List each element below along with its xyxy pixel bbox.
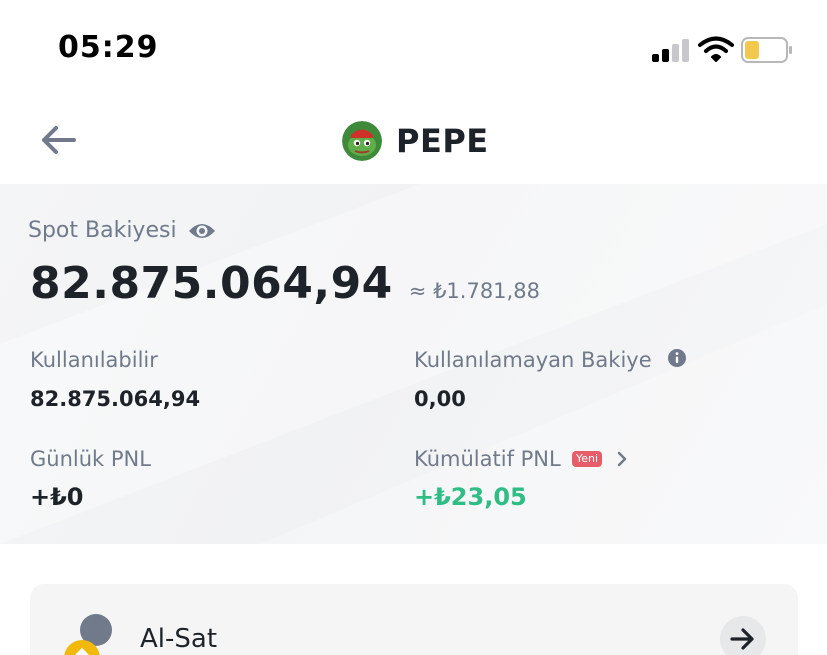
pepe-frog-avatar	[342, 121, 382, 161]
coin-name: PEPE	[396, 122, 489, 160]
available-label: Kullanılabilir	[30, 348, 158, 372]
new-badge: Yeni	[572, 451, 603, 467]
status-time: 05:29	[58, 30, 159, 65]
chevron-right-icon[interactable]	[615, 450, 629, 468]
available-value: 82.875.064,94	[30, 387, 201, 411]
unavailable-value: 0,00	[414, 387, 466, 411]
cellular-signal-icon	[652, 38, 690, 62]
wifi-icon	[698, 36, 734, 62]
cumulative-pnl-value: +₺23,05	[414, 483, 527, 511]
spot-balance-header: Spot Bakiyesi	[28, 218, 217, 243]
status-bar: 05:29	[0, 0, 827, 100]
page-header: PEPE	[0, 100, 827, 184]
trade-label: Al-Sat	[140, 624, 218, 654]
balance-panel: Spot Bakiyesi 82.875.064,94 ≈ ₺1.781,88 …	[0, 184, 827, 544]
unavailable-label: Kullanılamayan Bakiye	[414, 348, 652, 372]
battery-icon	[741, 37, 792, 63]
balance-amount-row: 82.875.064,94 ≈ ₺1.781,88	[30, 258, 540, 309]
arrow-right-icon	[730, 628, 754, 650]
daily-pnl-label: Günlük PNL	[30, 447, 151, 471]
trade-arrow-button[interactable]	[720, 616, 766, 655]
balance-amount: 82.875.064,94	[30, 258, 393, 309]
coin-title: PEPE	[342, 120, 489, 162]
spot-balance-label: Spot Bakiyesi	[28, 218, 177, 243]
trade-coins-icon	[64, 614, 112, 655]
daily-pnl-value: +₺0	[30, 483, 84, 511]
balance-fiat-approx: ≈ ₺1.781,88	[408, 279, 540, 303]
cumulative-pnl-label[interactable]: Kümülatif PNL	[414, 447, 561, 471]
info-icon[interactable]	[667, 348, 687, 368]
eye-icon[interactable]	[187, 220, 217, 242]
trade-card[interactable]: Al-Sat	[30, 584, 798, 655]
back-arrow-icon[interactable]	[36, 120, 80, 160]
